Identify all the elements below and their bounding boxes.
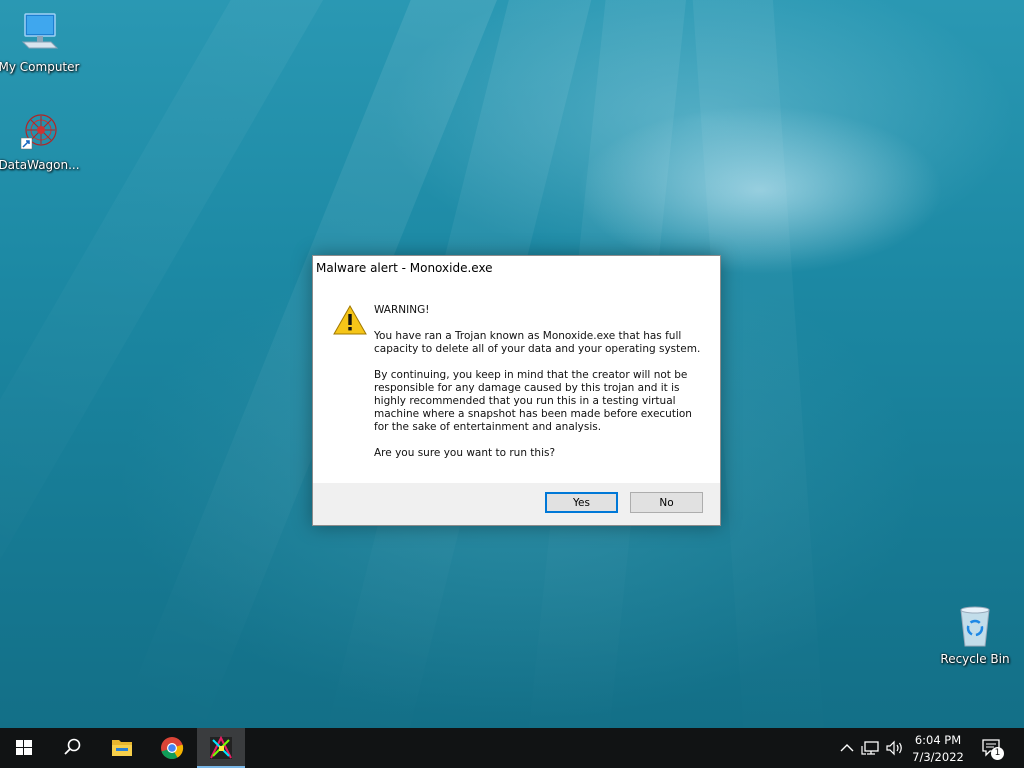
start-icon (16, 740, 32, 755)
yes-button[interactable]: Yes (545, 492, 618, 513)
volume-button[interactable] (884, 738, 906, 758)
chrome-button[interactable] (148, 728, 196, 768)
search-icon (64, 738, 81, 755)
network-icon (861, 741, 879, 755)
file-explorer-icon (112, 740, 132, 756)
dialog-title: Malware alert - Monoxide.exe (316, 261, 493, 275)
no-button[interactable]: No (630, 492, 703, 513)
computer-icon (15, 10, 63, 58)
desktop-icon-label: My Computer (0, 60, 80, 74)
clock[interactable]: 6:04 PM 7/3/2022 (908, 730, 968, 766)
search-button[interactable] (48, 728, 96, 768)
chevron-up-icon (840, 744, 854, 752)
chrome-icon (161, 737, 184, 760)
message-paragraph: By continuing, you keep in mind that the… (374, 369, 692, 433)
recycle-bin-icon (951, 602, 999, 650)
desktop-icon-label: Recycle Bin (940, 652, 1010, 666)
show-hidden-icons-button[interactable] (838, 738, 856, 758)
notification-count-badge: 1 (991, 747, 1004, 760)
confirmation-question: Are you sure you want to run this? (374, 447, 556, 459)
network-button[interactable] (860, 738, 882, 758)
warning-heading: WARNING! (374, 304, 430, 316)
start-button[interactable] (0, 728, 48, 768)
malware-alert-dialog: Malware alert - Monoxide.exe WARNING! Yo… (312, 255, 721, 526)
dialog-button-bar: Yes No (313, 483, 720, 525)
dialog-message: WARNING! You have ran a Trojan known as … (374, 304, 704, 473)
desktop-icon-my-computer[interactable]: My Computer (0, 10, 81, 75)
file-explorer-button[interactable] (98, 728, 146, 768)
warning-icon (333, 304, 367, 335)
action-center-button[interactable]: 1 (978, 736, 1006, 760)
clock-time: 6:04 PM (914, 733, 962, 747)
desktop-icon-datawagon[interactable]: DataWagon... (0, 108, 81, 173)
datawagon-shortcut-icon (15, 108, 63, 156)
desktop-icon-recycle-bin[interactable]: Recycle Bin (933, 602, 1017, 667)
monoxide-app-icon (210, 735, 232, 759)
notification-count: 1 (994, 748, 1001, 758)
monoxide-app-button[interactable] (197, 728, 245, 768)
message-paragraph: You have ran a Trojan known as Monoxide.… (374, 330, 701, 355)
taskbar: 6:04 PM 7/3/2022 1 (0, 728, 1024, 768)
clock-date: 7/3/2022 (912, 750, 964, 764)
desktop-icon-label: DataWagon... (0, 158, 80, 172)
volume-icon (886, 740, 902, 756)
